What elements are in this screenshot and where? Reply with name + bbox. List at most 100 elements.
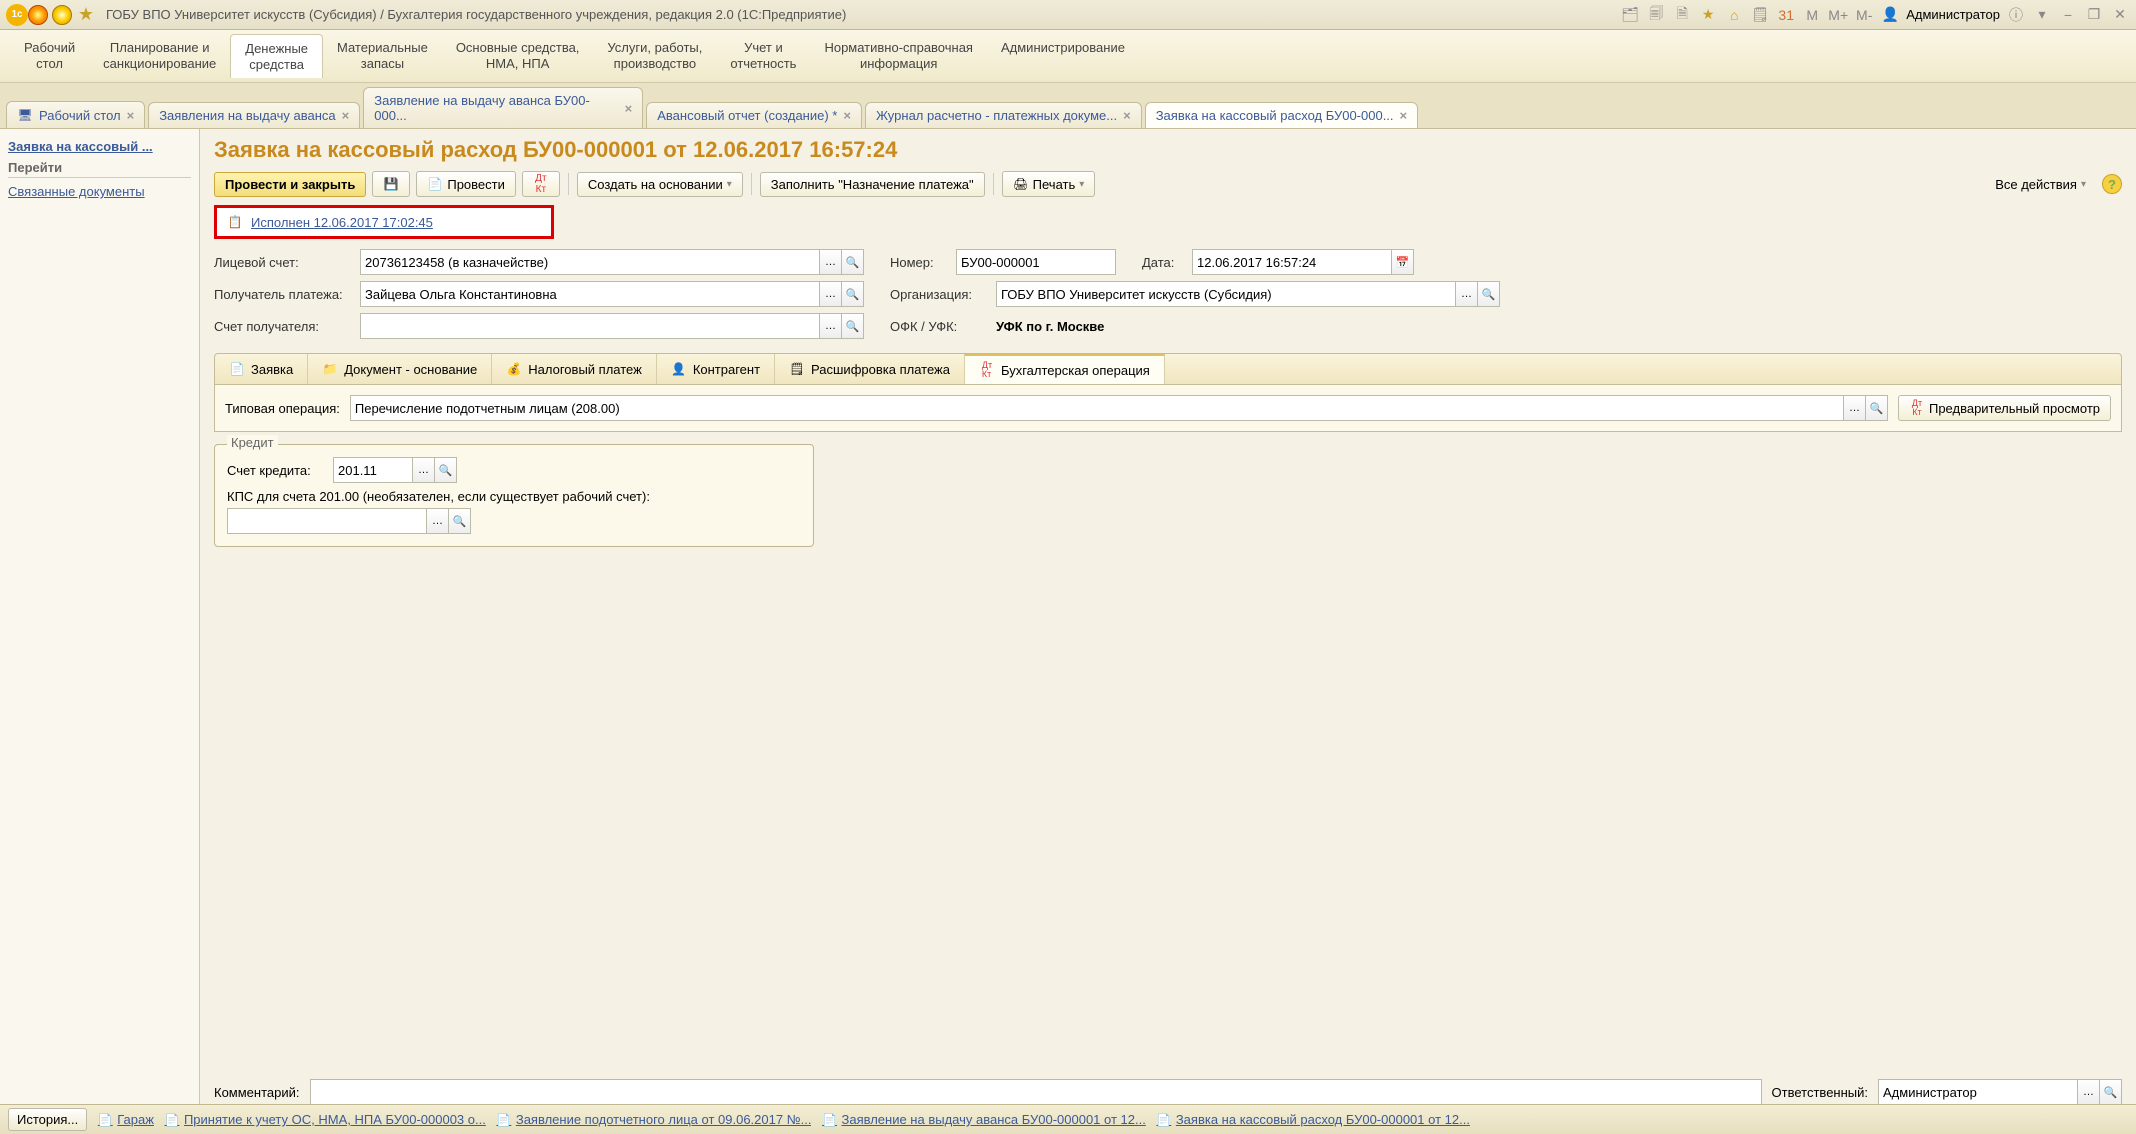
lookup-button[interactable]: 🔍 (435, 457, 457, 483)
ellipsis-button[interactable]: … (413, 457, 435, 483)
taskbar-item[interactable]: 📄Гараж (97, 1112, 154, 1128)
op-input[interactable] (350, 395, 1844, 421)
dtkt-button[interactable]: ДтКт (522, 171, 560, 197)
tab-cash-request[interactable]: Заявка на кассовый расход БУ00-000...× (1145, 102, 1418, 128)
status-link[interactable]: Исполнен 12.06.2017 17:02:45 (251, 215, 433, 230)
close-icon[interactable]: ✕ (2110, 5, 2130, 25)
credit-acc-input[interactable] (333, 457, 413, 483)
payee-input[interactable] (360, 281, 820, 307)
org-input[interactable] (996, 281, 1456, 307)
calendar-button[interactable]: 📅 (1392, 249, 1414, 275)
taskbar-item[interactable]: 📄Принятие к учету ОС, НМА, НПА БУ00-0000… (164, 1112, 486, 1128)
ellipsis-button[interactable]: … (427, 508, 449, 534)
all-actions-button[interactable]: Все действия (1985, 173, 2096, 196)
menu-reference[interactable]: Нормативно-справочная информация (810, 34, 987, 78)
responsible-input[interactable] (1878, 1079, 2078, 1105)
subtab-counterparty[interactable]: 👤Контрагент (657, 354, 775, 384)
ellipsis-button[interactable]: … (820, 249, 842, 275)
separator (751, 173, 752, 195)
create-based-button[interactable]: Создать на основании (577, 172, 743, 197)
tab-advance-report[interactable]: Авансовый отчет (создание) *× (646, 102, 862, 128)
dropdown-icon[interactable]: ▾ (2032, 5, 2052, 25)
menu-cash[interactable]: Денежные средства (230, 34, 323, 78)
lookup-button[interactable]: 🔍 (1478, 281, 1500, 307)
subtab-tax[interactable]: 💰Налоговый платеж (492, 354, 657, 384)
subtab-accounting-op[interactable]: ДтКтБухгалтерская операция (965, 354, 1165, 384)
lookup-button[interactable]: 🔍 (449, 508, 471, 534)
taskbar-item[interactable]: 📄Заявление подотчетного лица от 09.06.20… (496, 1112, 812, 1128)
tab-advance-request[interactable]: Заявление на выдачу аванса БУ00-000...× (363, 87, 643, 128)
post-icon: 📄 (427, 176, 443, 192)
tab-payment-journal[interactable]: Журнал расчетно - платежных докуме...× (865, 102, 1142, 128)
ellipsis-button[interactable]: … (820, 313, 842, 339)
close-icon[interactable]: × (843, 108, 851, 123)
menu-assets[interactable]: Основные средства, НМА, НПА (442, 34, 594, 78)
maximize-icon[interactable]: ❐ (2084, 5, 2104, 25)
tab-desktop[interactable]: 🖥Рабочий стол× (6, 101, 145, 128)
save-button[interactable]: 💾 (372, 171, 410, 197)
ellipsis-button[interactable]: … (1456, 281, 1478, 307)
sidebar-title[interactable]: Заявка на кассовый ... (8, 139, 191, 154)
post-and-close-button[interactable]: Провести и закрыть (214, 172, 366, 197)
help-icon[interactable]: ? (2102, 174, 2122, 194)
print-button[interactable]: 🖨Печать (1002, 171, 1096, 197)
kps-input[interactable] (227, 508, 427, 534)
m-button[interactable]: M (1802, 5, 1822, 25)
favorite-icon[interactable]: ★ (76, 5, 96, 25)
subtab-details[interactable]: 🗒Расшифровка платежа (775, 354, 965, 384)
close-icon[interactable]: × (342, 108, 350, 123)
menu-materials[interactable]: Материальные запасы (323, 34, 442, 78)
fill-purpose-button[interactable]: Заполнить "Назначение платежа" (760, 172, 985, 197)
calendar-icon[interactable]: 31 (1776, 5, 1796, 25)
history-button[interactable]: История... (8, 1108, 87, 1131)
close-icon[interactable]: × (127, 108, 135, 123)
lookup-button[interactable]: 🔍 (2100, 1079, 2122, 1105)
menu-desktop[interactable]: Рабочий стол (10, 34, 89, 78)
sidebar-related-docs[interactable]: Связанные документы (8, 182, 191, 201)
ellipsis-button[interactable]: … (820, 281, 842, 307)
number-input[interactable] (956, 249, 1116, 275)
home-icon[interactable]: ⌂ (1724, 5, 1744, 25)
ellipsis-button[interactable]: … (1844, 395, 1866, 421)
doc-icon: 📄 (821, 1112, 837, 1128)
star-icon[interactable]: ★ (1698, 5, 1718, 25)
doc-icon: 📄 (496, 1112, 512, 1128)
tax-icon: 💰 (506, 361, 522, 377)
post-button[interactable]: 📄Провести (416, 171, 516, 197)
tab-advance-requests[interactable]: Заявления на выдачу аванса× (148, 102, 360, 128)
menu-admin[interactable]: Администрирование (987, 34, 1139, 78)
nav-back-icon[interactable] (28, 5, 48, 25)
ellipsis-button[interactable]: … (2078, 1079, 2100, 1105)
mplus-button[interactable]: M+ (1828, 5, 1848, 25)
menu-accounting[interactable]: Учет и отчетность (716, 34, 810, 78)
credit-legend: Кредит (227, 435, 278, 450)
toolbar-icon[interactable]: 🗎 (1672, 5, 1692, 25)
close-icon[interactable]: × (1400, 108, 1408, 123)
lookup-button[interactable]: 🔍 (1866, 395, 1888, 421)
toolbar-icon[interactable]: 🗂 (1620, 5, 1640, 25)
subtab-request[interactable]: 📄Заявка (215, 354, 308, 384)
lookup-button[interactable]: 🔍 (842, 281, 864, 307)
toolbar-icon[interactable]: 🗐 (1646, 5, 1666, 25)
preview-button[interactable]: ДтКтПредварительный просмотр (1898, 395, 2111, 421)
nav-fwd-icon[interactable] (52, 5, 72, 25)
calc-icon[interactable]: 🗒 (1750, 5, 1770, 25)
close-icon[interactable]: × (1123, 108, 1131, 123)
payee-acc-input[interactable] (360, 313, 820, 339)
close-icon[interactable]: × (625, 101, 633, 116)
info-icon[interactable]: ⓘ (2006, 5, 2026, 25)
mminus-button[interactable]: M- (1854, 5, 1874, 25)
menu-planning[interactable]: Планирование и санкционирование (89, 34, 230, 78)
date-input[interactable] (1192, 249, 1392, 275)
lookup-button[interactable]: 🔍 (842, 249, 864, 275)
taskbar-item[interactable]: 📄Заявка на кассовый расход БУ00-000001 о… (1156, 1112, 1470, 1128)
ofk-value: УФК по г. Москве (996, 319, 1104, 334)
minimize-icon[interactable]: − (2058, 5, 2078, 25)
lookup-button[interactable]: 🔍 (842, 313, 864, 339)
comment-input[interactable] (310, 1079, 1762, 1105)
account-input[interactable] (360, 249, 820, 275)
list-icon: 🗒 (789, 361, 805, 377)
subtab-basis[interactable]: 📁Документ - основание (308, 354, 492, 384)
menu-services[interactable]: Услуги, работы, производство (593, 34, 716, 78)
taskbar-item[interactable]: 📄Заявление на выдачу аванса БУ00-000001 … (821, 1112, 1145, 1128)
